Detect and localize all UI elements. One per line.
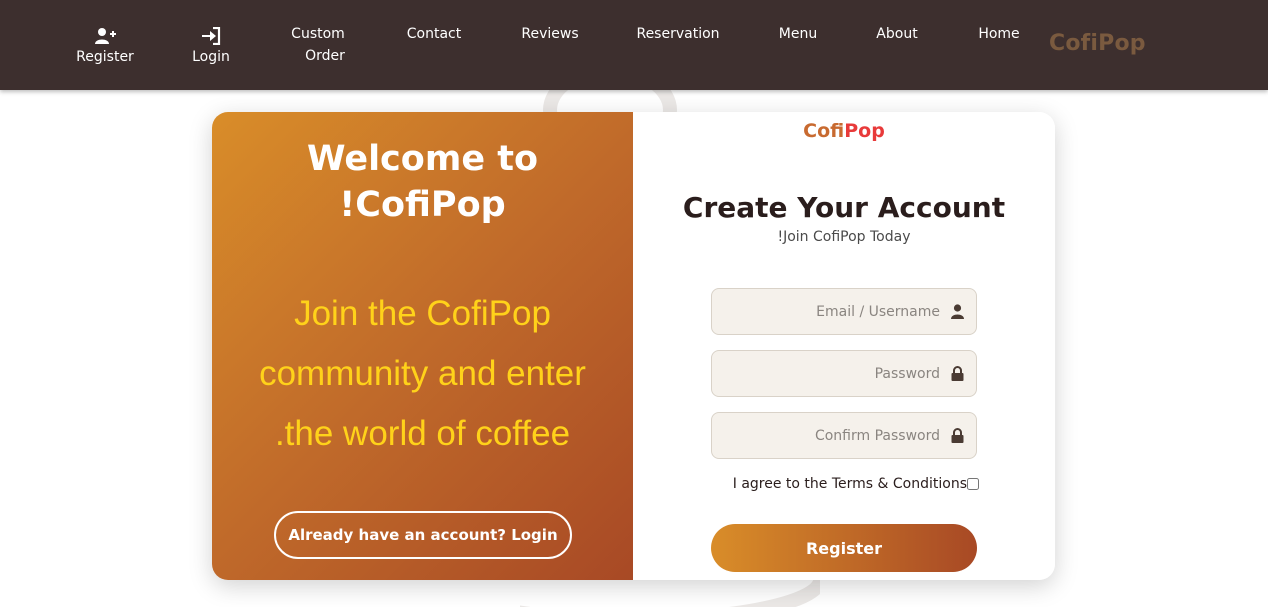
top-navbar: Register Login Custom Order Contact Revi… bbox=[0, 0, 1268, 90]
lock-icon bbox=[950, 428, 964, 444]
go-to-login-button[interactable]: Already have an account? Login bbox=[274, 511, 572, 559]
lock-icon bbox=[950, 366, 964, 382]
welcome-tagline: Join the CofiPop community and enter .th… bbox=[232, 284, 613, 464]
welcome-line-1: Welcome to bbox=[306, 139, 539, 179]
welcome-line-2: !CofiPop bbox=[339, 185, 506, 225]
user-icon bbox=[950, 304, 964, 320]
nav-reservation[interactable]: Reservation bbox=[628, 0, 728, 90]
register-form-panel: CofiPop Create Your Account !Join CofiPo… bbox=[633, 112, 1055, 580]
password-field[interactable] bbox=[711, 350, 977, 397]
welcome-heading: Welcome to !CofiPop bbox=[212, 136, 633, 228]
register-button[interactable]: Register bbox=[711, 524, 977, 572]
nav-menu[interactable]: Menu bbox=[768, 0, 828, 90]
terms-agreement: I agree to the Terms & Conditions bbox=[729, 474, 979, 494]
nav-custom-order[interactable]: Custom Order bbox=[278, 0, 358, 90]
email-input[interactable] bbox=[740, 303, 940, 320]
welcome-panel: Welcome to !CofiPop Join the CofiPop com… bbox=[212, 112, 633, 580]
nav-reviews-label: Reviews bbox=[521, 26, 579, 42]
nav-menu-label: Menu bbox=[778, 26, 818, 42]
nav-reservation-label: Reservation bbox=[636, 26, 720, 42]
confirm-password-input[interactable] bbox=[740, 427, 940, 444]
nav-home[interactable]: Home bbox=[966, 0, 1032, 90]
form-brand-logo: CofiPop bbox=[633, 120, 1055, 142]
email-field[interactable] bbox=[711, 288, 977, 335]
user-plus-icon bbox=[94, 26, 116, 46]
confirm-password-field[interactable] bbox=[711, 412, 977, 459]
tagline-line-2: community and enter bbox=[259, 354, 586, 393]
nav-register[interactable]: Register bbox=[70, 0, 140, 90]
form-subtitle: !Join CofiPop Today bbox=[777, 229, 911, 245]
nav-about-label: About bbox=[876, 26, 918, 42]
nav-login-label: Login bbox=[192, 49, 230, 65]
nav-brand-logo[interactable]: CofiPop bbox=[1049, 31, 1146, 56]
terms-checkbox[interactable] bbox=[967, 478, 979, 490]
form-title: Create Your Account bbox=[682, 191, 1006, 224]
nav-login[interactable]: Login bbox=[176, 0, 246, 90]
nav-home-label: Home bbox=[978, 26, 1020, 42]
nav-reviews[interactable]: Reviews bbox=[512, 0, 588, 90]
nav-contact-label: Contact bbox=[406, 26, 462, 42]
tagline-line-3: .the world of coffee bbox=[274, 414, 571, 453]
sign-in-icon bbox=[201, 26, 221, 46]
password-input[interactable] bbox=[740, 365, 940, 382]
nav-custom-order-line2: Order bbox=[305, 48, 345, 64]
tagline-line-1: Join the CofiPop bbox=[294, 294, 551, 333]
register-card: Welcome to !CofiPop Join the CofiPop com… bbox=[212, 112, 1055, 580]
nav-custom-order-line1: Custom bbox=[291, 26, 345, 42]
logo-part-cofi: Cofi bbox=[803, 120, 845, 142]
terms-label: I agree to the Terms & Conditions bbox=[732, 476, 967, 492]
nav-about[interactable]: About bbox=[866, 0, 928, 90]
nav-register-label: Register bbox=[76, 49, 134, 65]
nav-contact[interactable]: Contact bbox=[396, 0, 472, 90]
logo-part-pop: Pop bbox=[844, 120, 885, 142]
